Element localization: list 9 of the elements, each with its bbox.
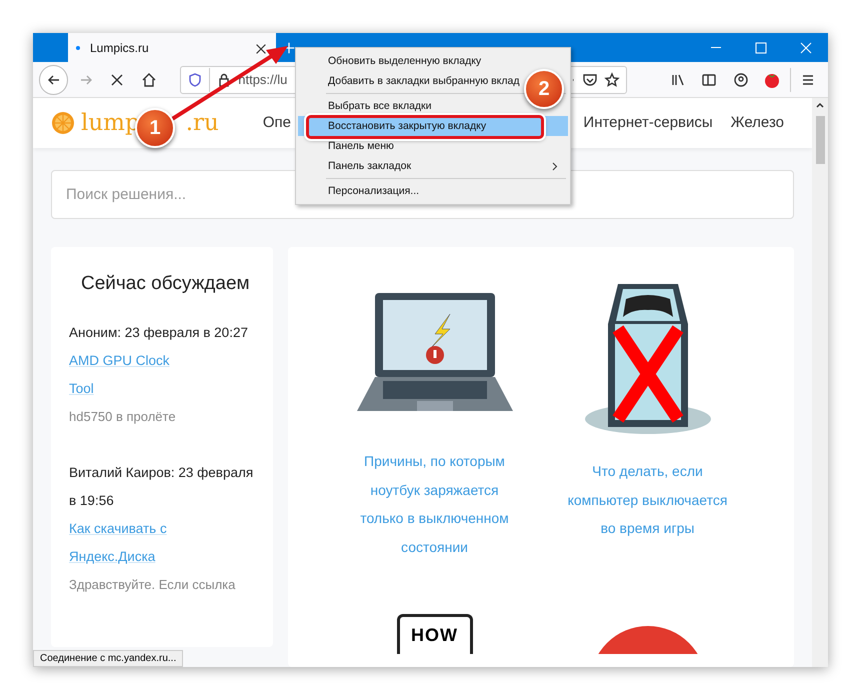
- sidebar-title: Сейчас обсуждаем: [80, 272, 251, 296]
- comment-author: Аноним: 23 февраля в 20:27: [69, 324, 249, 342]
- tab-title: Lumpics.ru: [90, 40, 149, 54]
- comment-excerpt: Здравствуйте. Если ссылка: [69, 576, 236, 594]
- comment-author: Виталий Каиров: 23 февраля в 19:56: [69, 464, 254, 510]
- url-text: https://lu: [238, 72, 288, 87]
- comment-excerpt: hd5750 в пролёте: [69, 408, 177, 426]
- status-bar: Соединение с mc.yandex.ru...: [33, 650, 184, 667]
- how-sign-drawing: HOW: [396, 614, 472, 654]
